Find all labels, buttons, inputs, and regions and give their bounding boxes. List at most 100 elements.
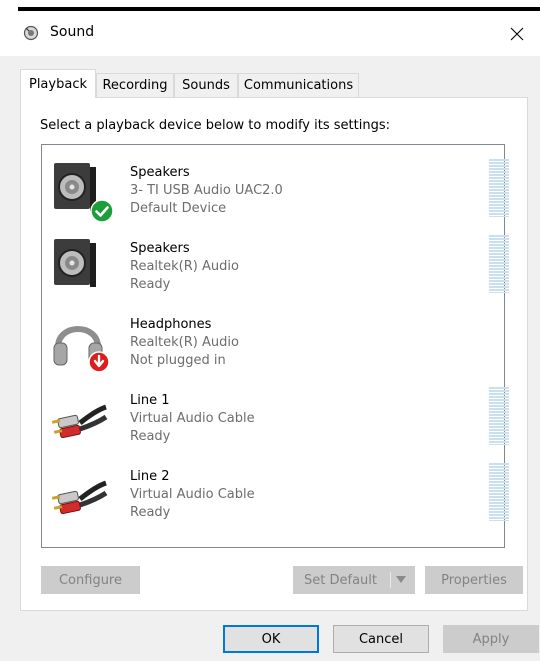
tab-recording[interactable]: Recording bbox=[96, 73, 174, 97]
meter-segment bbox=[489, 189, 509, 191]
meter-segment bbox=[489, 159, 509, 161]
device-status: Not plugged in bbox=[130, 353, 226, 368]
meter-segment bbox=[489, 162, 509, 164]
top-edge bbox=[0, 0, 540, 11]
device-name: Speakers bbox=[130, 241, 190, 256]
meter-segment bbox=[489, 235, 509, 237]
meter-segment bbox=[489, 417, 509, 419]
device-description: Virtual Audio Cable bbox=[130, 411, 255, 426]
volume-meter bbox=[489, 387, 509, 445]
meter-segment bbox=[489, 505, 509, 507]
meter-segment bbox=[489, 271, 509, 273]
meter-segment bbox=[489, 238, 509, 240]
device-description: 3- TI USB Audio UAC2.0 bbox=[130, 183, 283, 198]
tab-communications[interactable]: Communications bbox=[238, 73, 359, 97]
device-status: Ready bbox=[130, 277, 171, 292]
meter-segment bbox=[489, 177, 509, 179]
meter-segment bbox=[489, 210, 509, 212]
meter-segment bbox=[489, 171, 509, 173]
window-title: Sound bbox=[50, 24, 95, 40]
meter-segment bbox=[489, 444, 509, 445]
meter-segment bbox=[489, 520, 509, 521]
meter-segment bbox=[489, 213, 509, 215]
chevron-down-icon[interactable] bbox=[396, 576, 406, 584]
split-divider bbox=[390, 572, 391, 588]
properties-button[interactable]: Properties bbox=[425, 566, 523, 594]
apply-button[interactable]: Apply bbox=[443, 625, 539, 653]
instruction-text: Select a playback device below to modify… bbox=[40, 118, 390, 133]
meter-segment bbox=[489, 511, 509, 513]
meter-segment bbox=[489, 466, 509, 468]
meter-segment bbox=[489, 244, 509, 246]
volume-meter bbox=[489, 159, 509, 217]
meter-segment bbox=[489, 438, 509, 440]
device-name: Line 2 bbox=[130, 469, 170, 484]
meter-segment bbox=[489, 198, 509, 200]
meter-segment bbox=[489, 277, 509, 279]
meter-segment bbox=[489, 499, 509, 501]
meter-segment bbox=[489, 201, 509, 203]
meter-segment bbox=[489, 174, 509, 176]
device-status: Default Device bbox=[130, 201, 227, 216]
meter-segment bbox=[489, 478, 509, 480]
meter-segment bbox=[489, 396, 509, 398]
meter-segment bbox=[489, 493, 509, 495]
sound-dialog: Sound Playback Recording Sounds Communic… bbox=[0, 0, 540, 661]
meter-segment bbox=[489, 262, 509, 264]
configure-button[interactable]: Configure bbox=[41, 566, 140, 594]
meter-segment bbox=[489, 502, 509, 504]
meter-segment bbox=[489, 286, 509, 288]
device-description: Realtek(R) Audio bbox=[130, 259, 239, 274]
meter-segment bbox=[489, 268, 509, 270]
set-default-button[interactable]: Set Default bbox=[293, 566, 415, 594]
meter-segment bbox=[489, 408, 509, 410]
ok-button[interactable]: OK bbox=[223, 625, 319, 653]
red-down-arrow-icon bbox=[88, 351, 110, 373]
device-description: Virtual Audio Cable bbox=[130, 487, 255, 502]
meter-segment bbox=[489, 247, 509, 249]
meter-segment bbox=[489, 183, 509, 185]
device-item[interactable]: Speakers Realtek(R) Audio Ready bbox=[42, 221, 509, 297]
device-item[interactable]: Speakers 3- TI USB Audio UAC2.0 Default … bbox=[42, 145, 509, 223]
rca-cable-icon bbox=[51, 480, 108, 515]
meter-segment bbox=[489, 432, 509, 434]
device-item[interactable]: Line 2 Virtual Audio Cable Ready bbox=[42, 449, 509, 525]
close-button[interactable] bbox=[494, 11, 540, 56]
device-status: Ready bbox=[130, 429, 171, 444]
meter-segment bbox=[489, 180, 509, 182]
meter-segment bbox=[489, 472, 509, 474]
meter-segment bbox=[489, 423, 509, 425]
meter-segment bbox=[489, 441, 509, 443]
meter-segment bbox=[489, 289, 509, 291]
meter-segment bbox=[489, 241, 509, 243]
meter-segment bbox=[489, 487, 509, 489]
volume-meter bbox=[489, 463, 509, 521]
device-item[interactable]: Line 1 Virtual Audio Cable Ready bbox=[42, 373, 509, 449]
meter-segment bbox=[489, 475, 509, 477]
meter-segment bbox=[489, 274, 509, 276]
meter-segment bbox=[489, 292, 509, 293]
device-name: Headphones bbox=[130, 317, 212, 332]
meter-segment bbox=[489, 253, 509, 255]
meter-segment bbox=[489, 496, 509, 498]
volume-meter bbox=[489, 235, 509, 293]
meter-segment bbox=[489, 195, 509, 197]
meter-segment bbox=[489, 435, 509, 437]
cancel-button[interactable]: Cancel bbox=[333, 625, 429, 653]
meter-segment bbox=[489, 514, 509, 516]
device-name: Line 1 bbox=[130, 393, 170, 408]
meter-segment bbox=[489, 256, 509, 258]
title-bar: Sound bbox=[0, 11, 540, 56]
meter-segment bbox=[489, 165, 509, 167]
meter-segment bbox=[489, 207, 509, 209]
meter-segment bbox=[489, 481, 509, 483]
meter-segment bbox=[489, 463, 509, 465]
device-status: Ready bbox=[130, 505, 171, 520]
meter-segment bbox=[489, 508, 509, 510]
meter-segment bbox=[489, 517, 509, 519]
tab-playback[interactable]: Playback bbox=[20, 69, 96, 98]
playback-panel: Select a playback device below to modify… bbox=[20, 97, 528, 611]
tab-sounds[interactable]: Sounds bbox=[174, 73, 238, 97]
device-list[interactable]: Speakers 3- TI USB Audio UAC2.0 Default … bbox=[41, 144, 509, 548]
device-item[interactable]: Headphones Realtek(R) Audio Not plugged … bbox=[42, 297, 504, 373]
